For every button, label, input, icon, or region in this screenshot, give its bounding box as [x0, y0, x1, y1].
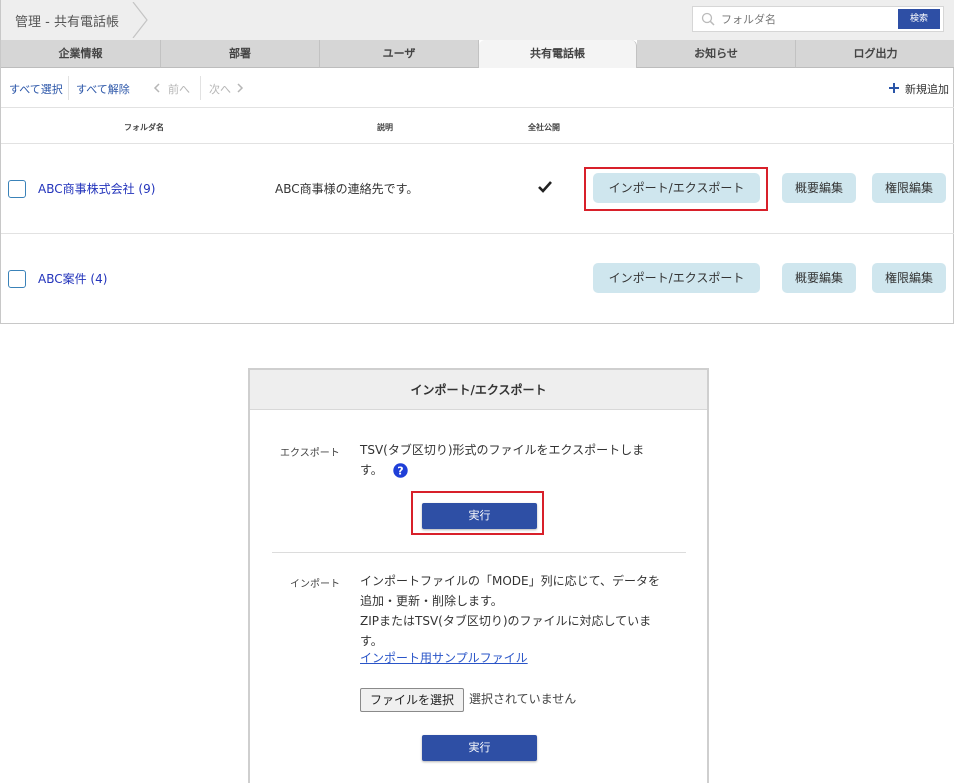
section-divider	[272, 552, 686, 553]
checkmark-icon	[538, 181, 552, 193]
shared-phonebook-panel: 管理 - 共有電話帳 検索 企業情報 部署 ユーザ 共有電話帳 お知らせ ログ出…	[0, 0, 954, 324]
folder-description: ABC商事様の連絡先です。	[275, 182, 419, 196]
folder-link[interactable]: ABC案件 (4)	[38, 270, 107, 287]
sample-file-link[interactable]: インポート用サンプルファイル	[360, 649, 528, 666]
import-description-4: す。	[360, 634, 383, 648]
highlight-export-run	[411, 491, 544, 535]
dialog-title: インポート/エクスポート	[250, 370, 707, 410]
column-description: 説明	[377, 123, 393, 132]
tab-company-info[interactable]: 企業情報	[1, 40, 161, 68]
edit-summary-button[interactable]: 概要編集	[782, 263, 856, 293]
import-export-button[interactable]: インポート/エクスポート	[593, 263, 760, 293]
table-row: ABC商事株式会社 (9) ABC商事様の連絡先です。 インポート/エクスポート…	[1, 144, 954, 234]
import-export-dialog: インポート/エクスポート エクスポート TSV(タブ区切り)形式のファイルをエク…	[248, 368, 709, 783]
row-checkbox[interactable]	[8, 270, 26, 288]
import-description-2: 追加・更新・削除します。	[360, 594, 503, 608]
export-description-2: す。	[360, 463, 383, 477]
chevron-right-icon	[237, 83, 244, 93]
row-checkbox[interactable]	[8, 180, 26, 198]
import-run-button[interactable]: 実行	[422, 735, 537, 761]
tab-departments[interactable]: 部署	[161, 40, 320, 68]
file-status: 選択されていません	[469, 692, 577, 706]
next-page-link[interactable]: 次へ	[209, 81, 231, 97]
tab-bar: 企業情報 部署 ユーザ 共有電話帳 お知らせ ログ出力	[1, 40, 954, 68]
highlight-import-export	[584, 167, 768, 211]
search-icon	[701, 12, 715, 26]
tab-shared-phonebook[interactable]: 共有電話帳	[479, 40, 637, 68]
export-description-1: TSV(タブ区切り)形式のファイルをエクスポートしま	[360, 443, 645, 457]
import-description-3: ZIPまたはTSV(タブ区切り)のファイルに対応していま す。	[360, 614, 652, 648]
svg-text:?: ?	[397, 465, 403, 478]
toolbar-divider	[68, 76, 69, 100]
tab-log-output[interactable]: ログ出力	[796, 40, 954, 68]
folder-link[interactable]: ABC商事株式会社 (9)	[38, 180, 155, 197]
search-button[interactable]: 検索	[898, 9, 940, 29]
edit-permissions-button[interactable]: 権限編集	[872, 173, 946, 203]
select-all-link[interactable]: すべて選択	[9, 81, 63, 97]
breadcrumb-chevron-icon	[132, 2, 148, 38]
page-header: 管理 - 共有電話帳 検索	[1, 0, 954, 40]
add-new-link[interactable]: 新規追加	[905, 81, 949, 97]
choose-file-button[interactable]: ファイルを選択	[360, 688, 464, 712]
help-icon[interactable]: ?	[393, 463, 408, 478]
tab-users[interactable]: ユーザ	[320, 40, 479, 68]
toolbar-divider	[200, 76, 201, 100]
search-box: 検索	[692, 6, 944, 32]
edit-permissions-button[interactable]: 権限編集	[872, 263, 946, 293]
tab-notices[interactable]: お知らせ	[637, 40, 796, 68]
export-label: エクスポート	[280, 448, 340, 459]
deselect-all-link[interactable]: すべて解除	[76, 81, 130, 97]
chevron-left-icon	[153, 83, 160, 93]
table-header: フォルダ名 説明 全社公開	[1, 108, 954, 144]
table-row: ABC案件 (4) インポート/エクスポート 概要編集 権限編集	[1, 234, 954, 324]
import-description-1: インポートファイルの「MODE」列に応じて、データを	[360, 574, 661, 588]
breadcrumb: 管理 - 共有電話帳	[15, 15, 119, 30]
search-input[interactable]	[721, 9, 891, 29]
import-label: インポート	[290, 579, 340, 590]
column-folder-name: フォルダ名	[124, 123, 164, 132]
plus-icon	[889, 83, 899, 93]
edit-summary-button[interactable]: 概要編集	[782, 173, 856, 203]
prev-page-link[interactable]: 前へ	[168, 81, 190, 97]
column-public: 全社公開	[528, 123, 560, 132]
list-toolbar: すべて選択 すべて解除 前へ 次へ 新規追加	[1, 68, 954, 108]
